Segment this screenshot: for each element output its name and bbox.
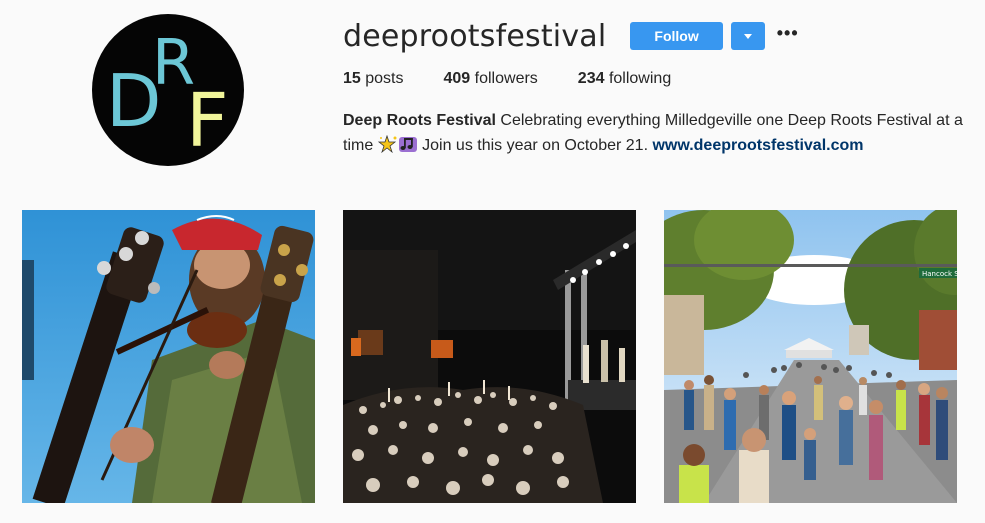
bio-name: Deep Roots Festival: [343, 112, 496, 129]
followers-stat[interactable]: 409 followers: [444, 70, 538, 88]
profile-stats: 15 posts 409 followers 234 following: [343, 70, 965, 88]
street-sign-text: Hancock St: [922, 270, 957, 278]
title-row: deeprootsfestival Follow •••: [343, 16, 965, 56]
concert-crowd-photo-icon: [343, 210, 636, 503]
posts-count: 15: [343, 70, 361, 87]
posts-stat: 15 posts: [343, 70, 404, 88]
post-street-festival[interactable]: Hancock St: [664, 210, 957, 503]
profile-bio: Deep Roots Festival Celebrating everythi…: [343, 108, 963, 161]
profile-avatar[interactable]: D R F: [92, 14, 244, 166]
bio-text-2: Join us this year on October 21.: [417, 137, 653, 154]
website-link[interactable]: www.deeprootsfestival.com: [652, 137, 863, 154]
profile-header: deeprootsfestival Follow ••• 15 posts 40…: [343, 16, 965, 161]
logo-letter-f: F: [186, 78, 229, 164]
username: deeprootsfestival: [343, 18, 607, 54]
posts-label: posts: [365, 70, 404, 87]
post-concert-crowd[interactable]: [343, 210, 636, 503]
following-label: following: [608, 70, 672, 87]
sparkle-star-icon: [377, 134, 398, 161]
following-stat[interactable]: 234 following: [578, 70, 671, 88]
drf-logo-icon: D R F: [106, 26, 229, 164]
followers-count: 409: [443, 70, 471, 87]
music-notes-icon: [398, 135, 418, 161]
post-fiddle-player[interactable]: [22, 210, 315, 503]
suggestions-dropdown-button[interactable]: [730, 22, 765, 50]
more-options-icon[interactable]: •••: [777, 24, 799, 48]
follow-button[interactable]: Follow: [630, 22, 723, 50]
street-festival-photo-icon: Hancock St: [664, 210, 957, 503]
followers-label: followers: [474, 70, 538, 87]
following-count: 234: [577, 70, 605, 87]
caret-down-icon: [743, 33, 752, 39]
fiddle-player-photo-icon: [22, 210, 315, 503]
